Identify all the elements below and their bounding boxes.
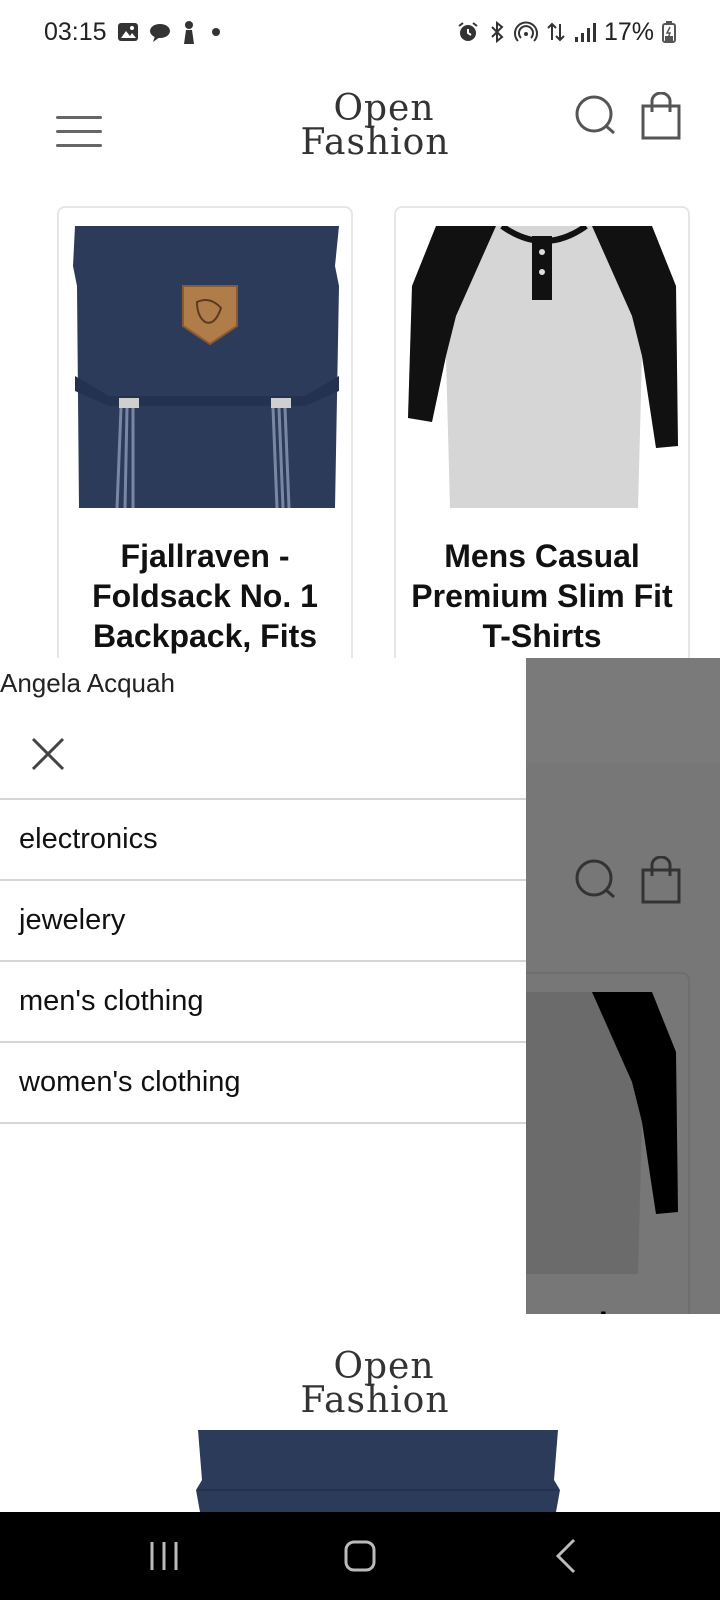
- product-card-shadow: s Casual: [526, 972, 690, 1314]
- category-item-jewelery[interactable]: jewelery: [0, 881, 526, 962]
- category-item-electronics[interactable]: electronics: [0, 800, 526, 881]
- shopping-bag-icon[interactable]: [640, 91, 684, 140]
- dot-icon: [207, 27, 225, 37]
- image-icon: [117, 21, 139, 43]
- logo-line-2: Fashion: [300, 1380, 450, 1421]
- product-image-backpack-partial: [194, 1430, 562, 1512]
- status-bar: 03:15 17%: [0, 0, 720, 64]
- drawer-user-name: Angela Acquah: [0, 668, 175, 698]
- category-item-mens-clothing[interactable]: men's clothing: [0, 962, 526, 1043]
- shopping-bag-icon: [640, 855, 684, 909]
- chat-icon: [149, 21, 171, 43]
- home-icon[interactable]: [338, 1534, 382, 1578]
- alarm-icon: [456, 20, 480, 44]
- recent-apps-icon[interactable]: [142, 1534, 186, 1578]
- drawer-scrim[interactable]: s Casual: [526, 658, 720, 1314]
- logo-line-1: Open: [333, 88, 435, 129]
- app-logo-secondary[interactable]: Open Fashion: [300, 1346, 450, 1421]
- app-header: Open Fashion: [0, 64, 720, 204]
- search-icon[interactable]: [574, 94, 620, 140]
- signal-icon: [574, 21, 596, 43]
- app-logo[interactable]: Open Fashion: [300, 88, 450, 163]
- scrim-band: [526, 658, 720, 762]
- back-icon[interactable]: [546, 1534, 590, 1578]
- side-drawer: Angela Acquah electronics jewelery men's…: [0, 658, 526, 1314]
- system-navigation-bar: [0, 1512, 720, 1600]
- product-title[interactable]: Fjallraven - Foldsack No. 1 Backpack, Fi…: [67, 536, 343, 656]
- product-card[interactable]: Mens Casual Premium Slim Fit T-Shirts: [394, 206, 690, 666]
- logo-line-2: Fashion: [300, 122, 450, 163]
- close-icon[interactable]: [30, 736, 66, 772]
- status-time: 03:15: [44, 17, 107, 46]
- menu-button[interactable]: [56, 116, 102, 152]
- product-card[interactable]: Fjallraven - Foldsack No. 1 Backpack, Fi…: [57, 206, 353, 666]
- search-icon: [574, 858, 620, 909]
- battery-percent: 17%: [603, 17, 654, 46]
- product-image-tshirt: [406, 223, 682, 508]
- logo-line-1: Open: [333, 1346, 435, 1387]
- category-list: electronics jewelery men's clothing wome…: [0, 798, 526, 1124]
- battery-icon: [662, 21, 676, 43]
- partial-product-title: s Casual: [526, 1306, 688, 1314]
- bluetooth-icon: [488, 20, 506, 44]
- hotspot-icon: [513, 20, 538, 44]
- figure-icon: [181, 20, 197, 44]
- category-item-womens-clothing[interactable]: women's clothing: [0, 1043, 526, 1124]
- data-icon: [546, 20, 566, 44]
- product-image-backpack: [69, 226, 345, 509]
- product-title[interactable]: Mens Casual Premium Slim Fit T-Shirts: [404, 536, 680, 656]
